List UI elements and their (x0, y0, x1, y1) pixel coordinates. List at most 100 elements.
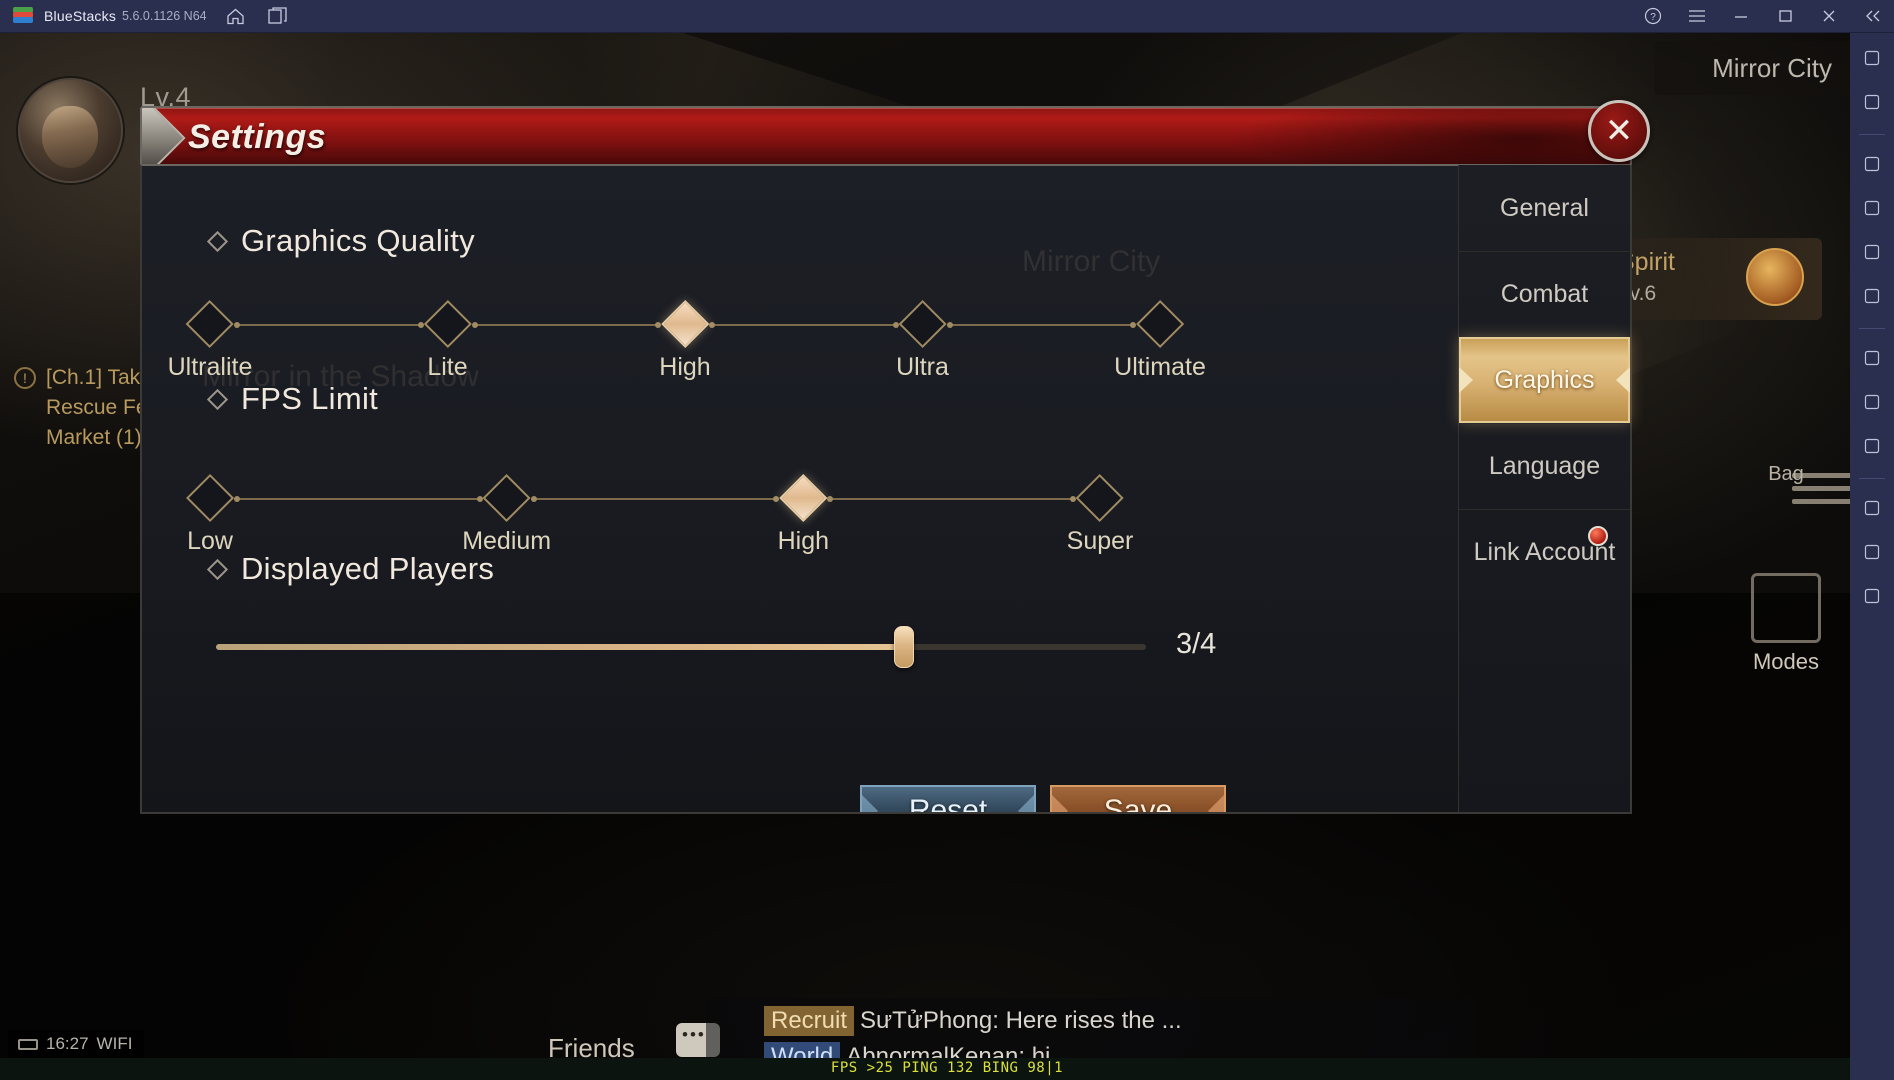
slider-connector (709, 322, 898, 328)
media-manager-icon[interactable] (1857, 281, 1887, 311)
slider-step-ultra[interactable]: Ultra (896, 299, 949, 382)
modes-icon (1751, 573, 1821, 643)
quest-info-icon: ! (14, 367, 36, 389)
volume-icon[interactable] (1857, 87, 1887, 117)
diamond-marker-icon (185, 473, 235, 523)
sidebar-divider (1859, 478, 1885, 479)
fullscreen-icon[interactable] (1857, 43, 1887, 73)
multi-instance-icon[interactable] (265, 5, 291, 27)
slider-connector (234, 322, 423, 328)
settings-dialog-header: Settings (140, 106, 1632, 166)
clock-widget: 16:27 WIFI (8, 1030, 145, 1058)
settings-content: Mirror City Mirror in the Shadow Graphic… (142, 165, 1482, 812)
slider-connector (827, 496, 1076, 502)
diamond-bullet-icon (206, 388, 229, 411)
fps-status-text: FPS >25 PING 132 BING 98|1 (830, 1060, 1064, 1076)
svg-text:?: ? (1650, 12, 1656, 23)
slider-connector (946, 322, 1136, 328)
bluestacks-sidebar (1850, 33, 1894, 1080)
eco-mode-icon[interactable] (1857, 493, 1887, 523)
slider-step-high[interactable]: High (659, 299, 711, 382)
diamond-marker-icon (423, 299, 472, 349)
rotate-icon[interactable] (1857, 343, 1887, 373)
back-icon[interactable] (1857, 581, 1887, 611)
modes-label: Modes (1752, 649, 1820, 674)
tab-label: Graphics (1494, 365, 1595, 394)
spirit-orb-icon (1746, 248, 1804, 306)
slider-connector (530, 496, 779, 502)
diamond-marker-icon (660, 299, 710, 349)
tab-link-account[interactable]: Link Account (1459, 509, 1630, 595)
diamond-marker-icon (185, 299, 235, 349)
diamond-bullet-icon (206, 558, 229, 581)
displayed-players-knob[interactable] (894, 626, 915, 668)
tab-label: Combat (1500, 280, 1589, 308)
slider-step-medium[interactable]: Medium (462, 473, 551, 556)
screenshot-icon[interactable] (1857, 237, 1887, 267)
settings-dialog: Settings ✕ Mirror City Mirror in the Sha… (140, 100, 1650, 814)
section-title-graphics-quality: Graphics Quality (206, 223, 475, 259)
diamond-marker-icon (898, 299, 947, 349)
displayed-players-fill (216, 644, 905, 650)
slider-step-high[interactable]: High (778, 473, 829, 556)
collapse-chevrons-icon[interactable] (1860, 5, 1886, 27)
slider-step-label: High (659, 353, 711, 381)
app-version: 5.6.0.1126 N64 (122, 9, 207, 23)
tab-label: General (1500, 193, 1589, 222)
close-icon[interactable]: ✕ (1588, 100, 1650, 162)
help-icon[interactable]: ? (1640, 5, 1666, 27)
header-ornament-icon (142, 108, 186, 164)
section-title-fps-limit: FPS Limit (206, 381, 378, 417)
graphics-quality-slider[interactable]: Ultralite Lite High Ultra Ultimate (168, 299, 1206, 385)
chat-message[interactable]: Recruit SưTửPhong: Here rises the ... (764, 1006, 1182, 1036)
sidebar-divider (1859, 328, 1885, 329)
slider-step-lite[interactable]: Lite (423, 299, 472, 382)
save-button[interactable]: Save (1050, 785, 1226, 812)
diamond-marker-icon (1135, 299, 1185, 349)
hamburger-menu-icon[interactable] (1684, 5, 1710, 27)
slider-step-ultimate[interactable]: Ultimate (1114, 299, 1206, 382)
slider-connector (471, 322, 661, 328)
bluestacks-logo-icon (13, 7, 33, 25)
clock-time: 16:27 (46, 1034, 89, 1053)
slider-step-low[interactable]: Low (185, 473, 235, 556)
minimize-icon[interactable] (1728, 5, 1754, 27)
tab-general[interactable]: General (1459, 165, 1630, 251)
tab-language[interactable]: Language (1459, 423, 1630, 509)
displayed-players-value: 3/4 (1176, 628, 1217, 660)
diamond-marker-icon (1075, 473, 1125, 523)
tab-label: Language (1488, 452, 1601, 480)
tab-graphics[interactable]: Graphics (1459, 337, 1630, 423)
slider-connector (234, 496, 483, 502)
battery-icon (18, 1038, 38, 1050)
multi-instance-sync-icon[interactable] (1857, 537, 1887, 567)
home-icon[interactable] (223, 5, 249, 27)
tab-combat[interactable]: Combat (1459, 251, 1630, 337)
app-name: BlueStacks (44, 8, 117, 24)
region-name: Mirror City (1712, 53, 1832, 83)
slider-step-label: Ultra (896, 353, 949, 381)
displayed-players-track[interactable] (216, 626, 1146, 668)
diamond-marker-icon (779, 473, 828, 523)
macro-icon[interactable] (1857, 431, 1887, 461)
fps-limit-slider[interactable]: Low Medium High Super (185, 473, 1133, 559)
maximize-icon[interactable] (1772, 5, 1798, 27)
chat-channel-tag: Recruit (764, 1006, 855, 1036)
notification-badge (1588, 526, 1608, 546)
keymapping-icon[interactable] (1857, 149, 1887, 179)
shake-icon[interactable] (1857, 387, 1887, 417)
slider-step-ultralite[interactable]: Ultralite (167, 299, 253, 382)
avatar[interactable] (18, 78, 123, 183)
install-apk-icon[interactable] (1857, 193, 1887, 223)
dialog-title: Settings (188, 118, 327, 156)
close-icon[interactable] (1816, 5, 1842, 27)
slider-step-super[interactable]: Super (1066, 473, 1134, 556)
fps-status-bar: FPS >25 PING 132 BING 98|1 (0, 1058, 1894, 1080)
slider-step-label: Ultralite (167, 353, 253, 381)
reset-button[interactable]: Reset (860, 785, 1036, 812)
section-title-displayed-players: Displayed Players (206, 551, 494, 587)
network-label: WIFI (96, 1034, 133, 1053)
screen-root: Lv.4 BP 328 ! [Ch.1] Taking ... Rescue F… (0, 0, 1894, 1080)
modes-button[interactable]: Modes (1726, 573, 1846, 675)
slider-step-label: Super (1066, 527, 1134, 555)
